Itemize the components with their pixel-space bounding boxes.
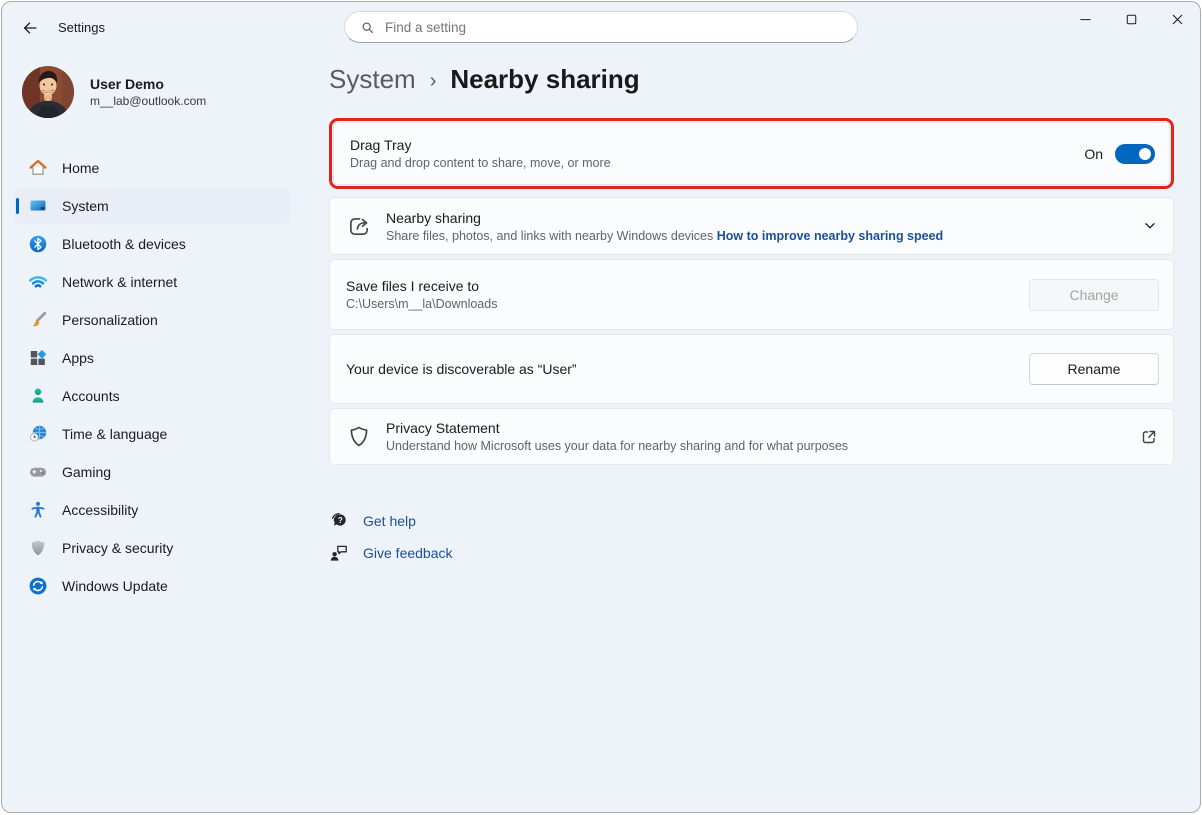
drag-tray-subtitle: Drag and drop content to share, move, or… bbox=[350, 156, 611, 170]
avatar bbox=[22, 66, 74, 118]
windows-update-icon bbox=[28, 576, 48, 596]
back-arrow-icon bbox=[21, 19, 39, 37]
change-button[interactable]: Change bbox=[1029, 279, 1159, 311]
save-files-card: Save files I receive to C:\Users\m__la\D… bbox=[329, 259, 1174, 330]
time-language-icon bbox=[28, 424, 48, 444]
network-icon bbox=[28, 272, 48, 292]
sidebar: User Demo m__lab@outlook.com Home System bbox=[2, 52, 302, 812]
sidebar-item-windows-update[interactable]: Windows Update bbox=[14, 568, 290, 604]
breadcrumb: System › Nearby sharing bbox=[329, 64, 1170, 95]
give-feedback-link[interactable]: Give feedback bbox=[363, 545, 453, 561]
shield-outline-icon bbox=[346, 424, 372, 450]
titlebar: Settings bbox=[2, 2, 1200, 52]
get-help-row[interactable]: ? Get help bbox=[329, 511, 1170, 531]
nearby-sharing-title: Nearby sharing bbox=[386, 210, 943, 226]
sidebar-item-gaming[interactable]: Gaming bbox=[14, 454, 290, 490]
get-help-icon: ? bbox=[329, 511, 349, 531]
external-link-icon[interactable] bbox=[1139, 427, 1159, 447]
give-feedback-icon bbox=[329, 543, 349, 563]
settings-window: Settings bbox=[1, 1, 1201, 813]
sidebar-item-accessibility[interactable]: Accessibility bbox=[14, 492, 290, 528]
drag-tray-card: Drag Tray Drag and drop content to share… bbox=[333, 122, 1170, 185]
toggle-knob bbox=[1139, 148, 1151, 160]
share-icon bbox=[346, 213, 372, 239]
minimize-icon bbox=[1077, 11, 1094, 28]
breadcrumb-separator-icon: › bbox=[430, 67, 437, 93]
get-help-link[interactable]: Get help bbox=[363, 513, 416, 529]
sidebar-item-apps[interactable]: Apps bbox=[14, 340, 290, 376]
svg-text:?: ? bbox=[338, 516, 343, 525]
sidebar-item-system[interactable]: System bbox=[14, 188, 290, 224]
rename-button[interactable]: Rename bbox=[1029, 353, 1159, 385]
save-files-title: Save files I receive to bbox=[346, 278, 497, 294]
sidebar-item-home[interactable]: Home bbox=[14, 150, 290, 186]
drag-tray-highlight-box: Drag Tray Drag and drop content to share… bbox=[329, 118, 1174, 189]
maximize-icon bbox=[1123, 11, 1140, 28]
drag-tray-toggle-label: On bbox=[1084, 146, 1103, 162]
gaming-icon bbox=[28, 462, 48, 482]
nearby-sharing-subtitle: Share files, photos, and links with near… bbox=[386, 229, 713, 243]
accounts-icon bbox=[28, 386, 48, 406]
nearby-sharing-expander[interactable]: Nearby sharing Share files, photos, and … bbox=[329, 197, 1174, 255]
user-profile[interactable]: User Demo m__lab@outlook.com bbox=[2, 62, 302, 124]
sidebar-item-personalization[interactable]: Personalization bbox=[14, 302, 290, 338]
privacy-statement-title: Privacy Statement bbox=[386, 420, 848, 436]
window-controls bbox=[1062, 2, 1200, 36]
back-button[interactable] bbox=[14, 15, 46, 41]
chevron-down-icon[interactable] bbox=[1141, 217, 1159, 235]
close-icon bbox=[1169, 11, 1186, 28]
sidebar-item-time-language[interactable]: Time & language bbox=[14, 416, 290, 452]
app-title: Settings bbox=[58, 20, 105, 35]
sidebar-item-bluetooth-devices[interactable]: Bluetooth & devices bbox=[14, 226, 290, 262]
drag-tray-toggle[interactable] bbox=[1115, 144, 1155, 164]
minimize-button[interactable] bbox=[1062, 2, 1108, 36]
main-content: System › Nearby sharing Drag Tray Drag a… bbox=[302, 52, 1200, 812]
home-icon bbox=[28, 158, 48, 178]
footer-links: ? Get help Give feedback bbox=[329, 511, 1170, 563]
page-title: Nearby sharing bbox=[450, 64, 639, 95]
save-files-path: C:\Users\m__la\Downloads bbox=[346, 297, 497, 311]
sidebar-item-privacy-security[interactable]: Privacy & security bbox=[14, 530, 290, 566]
give-feedback-row[interactable]: Give feedback bbox=[329, 543, 1170, 563]
user-email: m__lab@outlook.com bbox=[90, 94, 206, 108]
breadcrumb-system[interactable]: System bbox=[329, 64, 416, 95]
drag-tray-title: Drag Tray bbox=[350, 137, 611, 153]
sidebar-nav: Home System Bluetooth & devices bbox=[2, 150, 302, 604]
maximize-button[interactable] bbox=[1108, 2, 1154, 36]
sidebar-item-accounts[interactable]: Accounts bbox=[14, 378, 290, 414]
close-button[interactable] bbox=[1154, 2, 1200, 36]
improve-speed-link[interactable]: How to improve nearby sharing speed bbox=[717, 229, 943, 243]
privacy-statement-card[interactable]: Privacy Statement Understand how Microso… bbox=[329, 408, 1174, 465]
privacy-statement-subtitle: Understand how Microsoft uses your data … bbox=[386, 439, 848, 453]
search-icon bbox=[359, 19, 376, 36]
shield-icon bbox=[28, 538, 48, 558]
accessibility-icon bbox=[28, 500, 48, 520]
search-box[interactable] bbox=[344, 11, 858, 43]
sidebar-item-network-internet[interactable]: Network & internet bbox=[14, 264, 290, 300]
system-icon bbox=[28, 196, 48, 216]
bluetooth-icon bbox=[28, 234, 48, 254]
personalization-icon bbox=[28, 310, 48, 330]
discoverable-title: Your device is discoverable as “User” bbox=[346, 361, 577, 377]
user-name: User Demo bbox=[90, 76, 206, 92]
search-input[interactable] bbox=[385, 20, 843, 35]
discoverable-card: Your device is discoverable as “User” Re… bbox=[329, 334, 1174, 404]
apps-icon bbox=[28, 348, 48, 368]
